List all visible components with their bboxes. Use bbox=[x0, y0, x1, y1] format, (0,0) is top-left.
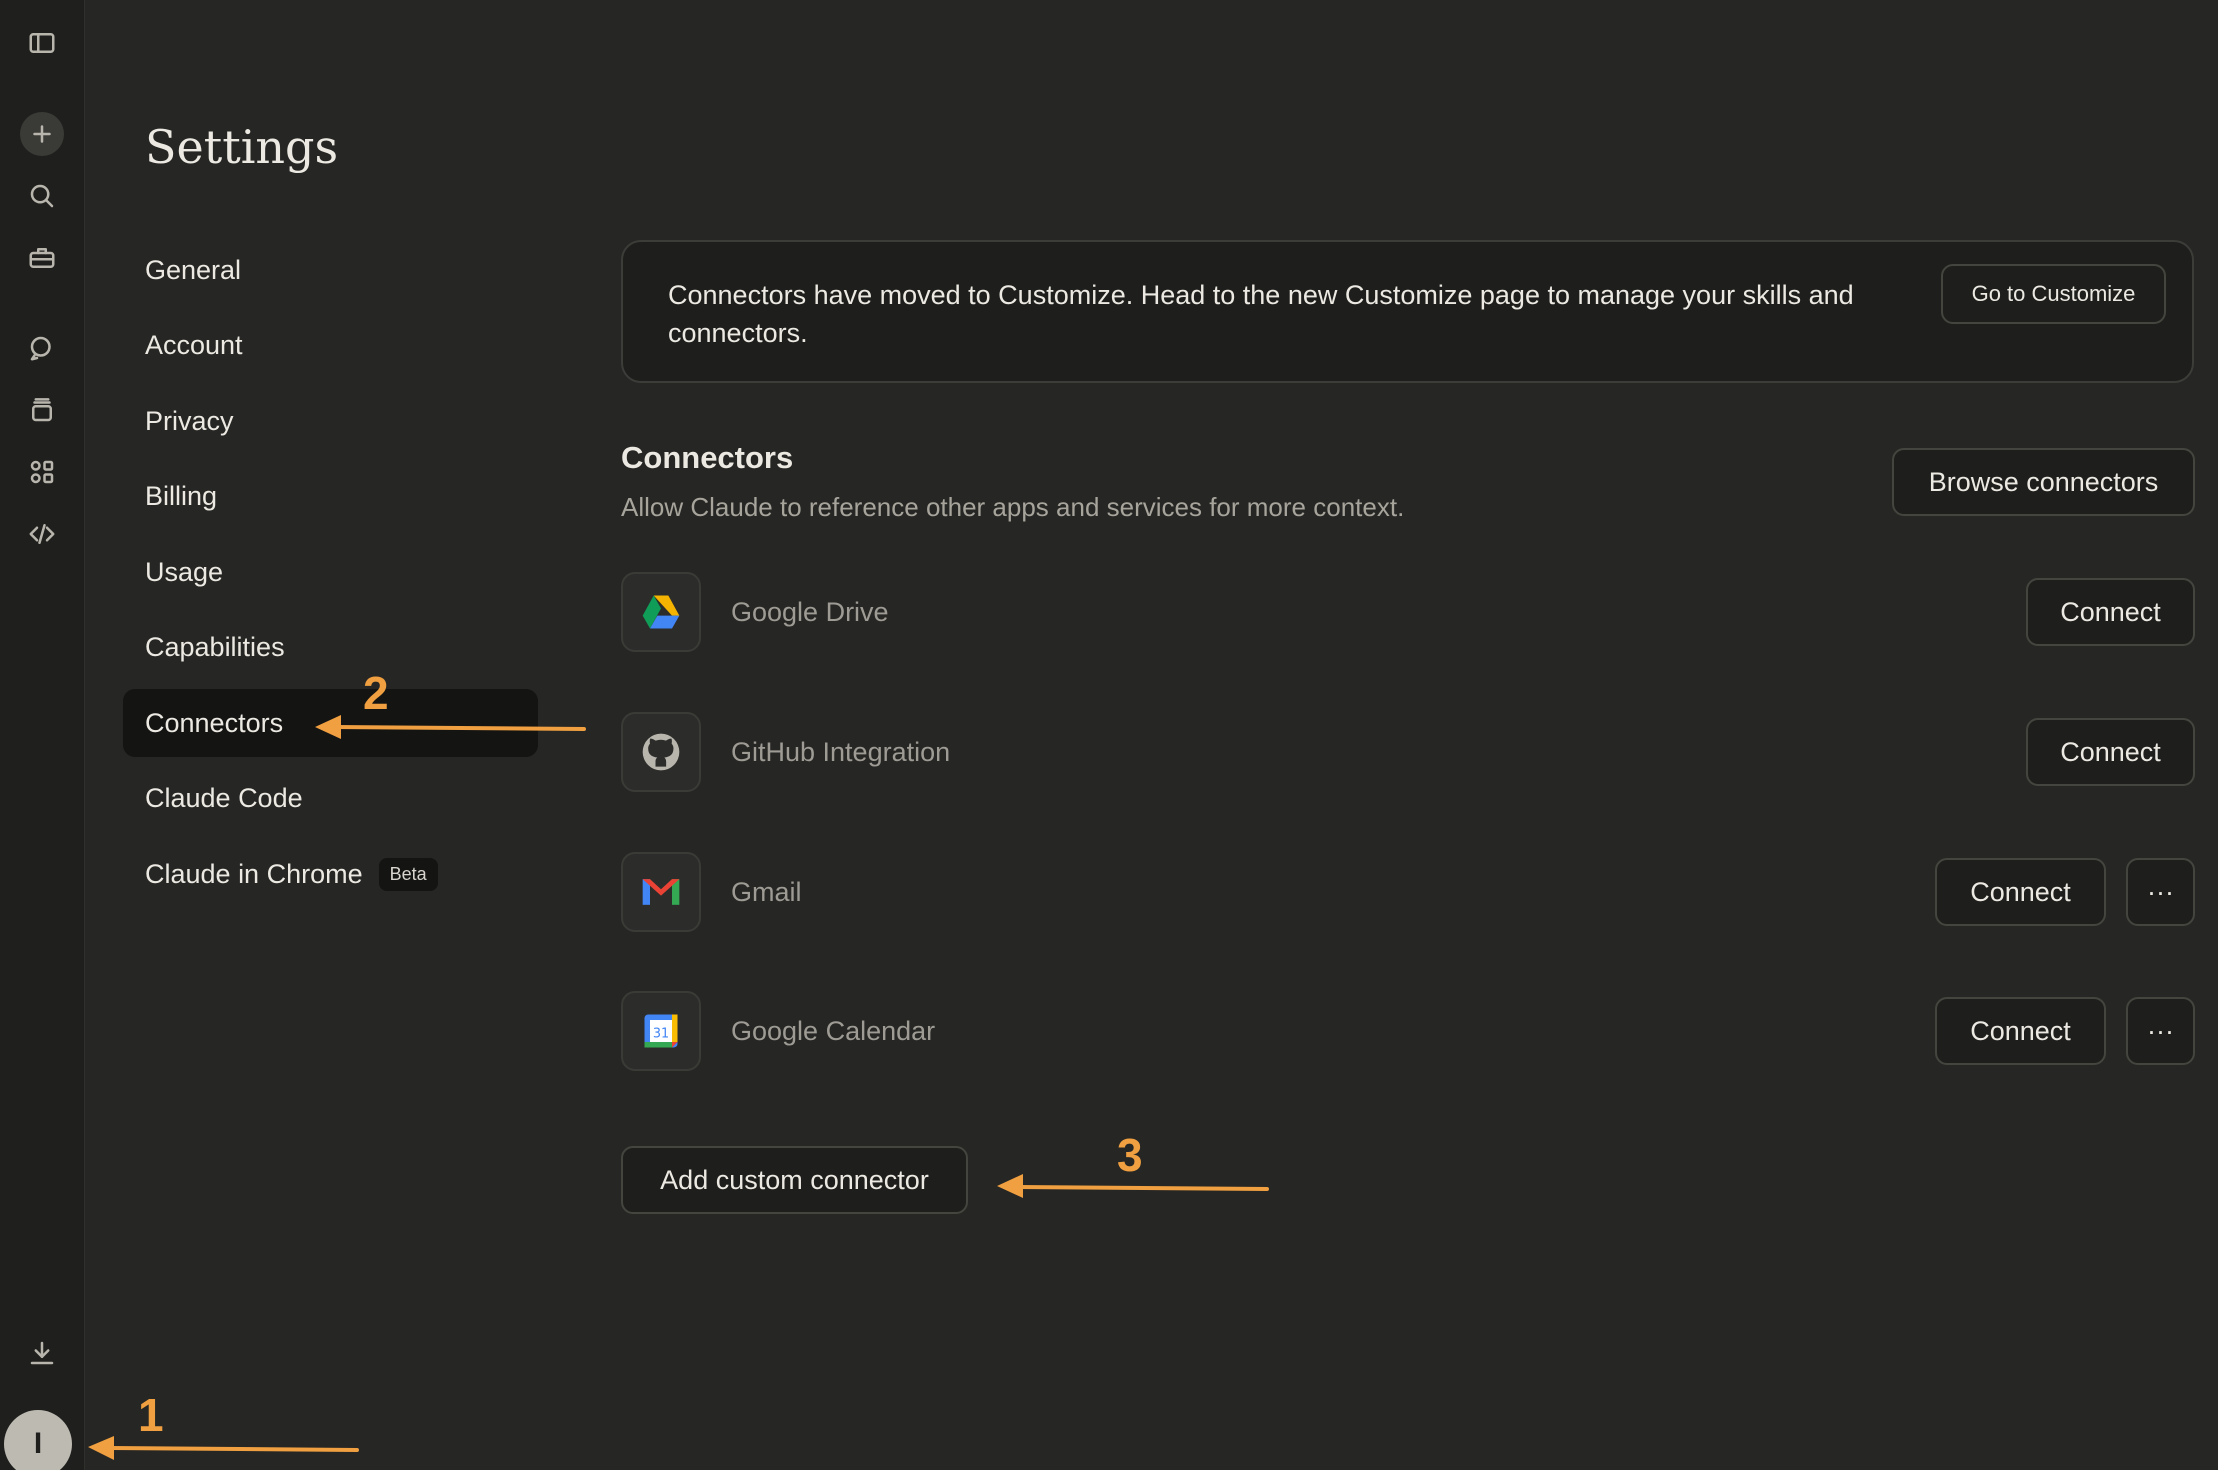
connector-name-github: GitHub Integration bbox=[731, 737, 951, 767]
toolbox-icon[interactable] bbox=[20, 236, 64, 280]
google-calendar-icon: 31 bbox=[621, 991, 701, 1071]
annotation-number-2: 2 bbox=[363, 667, 389, 719]
connector-name-gmail: Gmail bbox=[731, 877, 802, 907]
annotation-arrow-3-head bbox=[997, 1174, 1023, 1198]
nav-item-general[interactable]: General bbox=[123, 236, 538, 304]
page-title: Settings bbox=[145, 120, 339, 174]
google-drive-icon bbox=[621, 572, 701, 652]
connect-google-calendar-button[interactable]: Connect bbox=[1935, 997, 2106, 1065]
connector-name-google-drive: Google Drive bbox=[731, 597, 889, 627]
gmail-icon bbox=[621, 852, 701, 932]
annotation-arrow-3-line bbox=[1016, 1185, 1269, 1191]
github-icon bbox=[621, 712, 701, 792]
connector-name-google-calendar: Google Calendar bbox=[731, 1016, 936, 1046]
nav-item-account[interactable]: Account bbox=[123, 312, 538, 380]
add-custom-connector-button[interactable]: Add custom connector bbox=[621, 1146, 968, 1214]
code-icon[interactable] bbox=[20, 512, 64, 556]
browse-connectors-button[interactable]: Browse connectors bbox=[1892, 448, 2195, 516]
connect-google-drive-button[interactable]: Connect bbox=[2026, 578, 2195, 646]
nav-item-claude-code[interactable]: Claude Code bbox=[123, 765, 538, 833]
go-to-customize-button[interactable]: Go to Customize bbox=[1941, 264, 2166, 324]
left-rail: I bbox=[0, 0, 85, 1470]
nav-item-billing[interactable]: Billing bbox=[123, 463, 538, 531]
chats-icon[interactable] bbox=[20, 326, 64, 370]
annotation-arrow-1-line bbox=[106, 1446, 359, 1452]
banner-text: Connectors have moved to Customize. Head… bbox=[668, 280, 1854, 348]
nav-item-connectors[interactable]: Connectors bbox=[123, 689, 538, 757]
calendar-day-number: 31 bbox=[653, 1026, 669, 1041]
download-icon[interactable] bbox=[20, 1331, 64, 1375]
connectors-description: Allow Claude to reference other apps and… bbox=[621, 492, 1405, 522]
customize-banner: Connectors have moved to Customize. Head… bbox=[621, 240, 2194, 383]
connectors-title: Connectors bbox=[621, 440, 794, 475]
toggle-sidebar-icon[interactable] bbox=[20, 21, 64, 65]
nav-item-claude-in-chrome[interactable]: Claude in Chrome Beta bbox=[123, 840, 538, 908]
connect-gmail-button[interactable]: Connect bbox=[1935, 858, 2106, 926]
nav-item-capabilities[interactable]: Capabilities bbox=[123, 614, 538, 682]
annotation-number-1: 1 bbox=[138, 1389, 164, 1441]
nav-item-usage[interactable]: Usage bbox=[123, 538, 538, 606]
settings-nav: General Account Privacy Billing Usage Ca… bbox=[123, 236, 538, 916]
google-calendar-more-button[interactable]: ··· bbox=[2126, 997, 2195, 1065]
search-icon[interactable] bbox=[20, 174, 64, 218]
gmail-more-button[interactable]: ··· bbox=[2126, 858, 2195, 926]
artifacts-icon[interactable] bbox=[20, 450, 64, 494]
new-chat-icon[interactable] bbox=[20, 112, 64, 156]
connect-github-button[interactable]: Connect bbox=[2026, 718, 2195, 786]
user-avatar[interactable]: I bbox=[4, 1410, 72, 1470]
annotation-arrow-1-head bbox=[88, 1436, 114, 1460]
annotation-number-3: 3 bbox=[1117, 1129, 1143, 1181]
projects-icon[interactable] bbox=[20, 388, 64, 432]
beta-badge: Beta bbox=[378, 857, 438, 891]
nav-item-privacy[interactable]: Privacy bbox=[123, 387, 538, 455]
